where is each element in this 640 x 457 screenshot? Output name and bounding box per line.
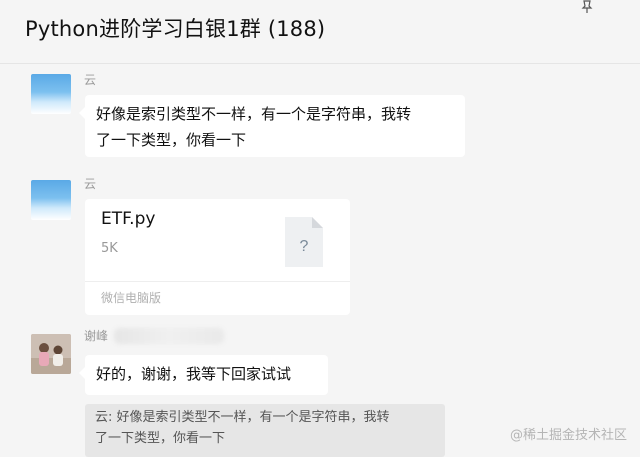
- pin-icon[interactable]: [580, 0, 594, 14]
- chat-title: Python进阶学习白银1群 (188): [25, 17, 326, 41]
- file-icon-glyph: ?: [300, 238, 309, 255]
- quote-text-line: 了一下类型，你看一下: [95, 431, 226, 446]
- watermark: @稀土掘金技术社区: [510, 428, 628, 443]
- quoted-message[interactable]: 云: 好像是索引类型不一样，有一个是字符串，我转 了一下类型，你看一下: [85, 404, 445, 457]
- message-text-line: 了一下类型，你看一下: [96, 131, 247, 149]
- sender-name: 云: [84, 177, 97, 191]
- message-bubble[interactable]: 好的，谢谢，我等下回家试试: [79, 355, 328, 395]
- message-text: 好的，谢谢，我等下回家试试: [96, 365, 292, 383]
- file-size: 5K: [101, 241, 118, 256]
- divider: [85, 281, 350, 282]
- file-card[interactable]: ETF.py 5K ? 微信电脑版: [85, 199, 350, 315]
- blurred-name: [114, 328, 224, 344]
- message-text-line: 好像是索引类型不一样，有一个是字符串，我转: [96, 105, 412, 123]
- message-bubble[interactable]: 好像是索引类型不一样，有一个是字符串，我转 了一下类型，你看一下: [79, 95, 465, 157]
- avatar[interactable]: [31, 334, 71, 374]
- file-name: ETF.py: [101, 209, 156, 229]
- chat-header: Python进阶学习白银1群 (188): [0, 0, 640, 64]
- sender-name: 云: [84, 73, 97, 87]
- avatar[interactable]: [31, 74, 71, 114]
- avatar[interactable]: [31, 180, 71, 220]
- avatar-photo-icon: [31, 334, 71, 374]
- file-source: 微信电脑版: [101, 291, 162, 305]
- sender-name: 谢峰: [84, 329, 109, 343]
- quote-text-line: 云: 好像是索引类型不一样，有一个是字符串，我转: [95, 410, 390, 425]
- unknown-file-icon: ?: [285, 217, 323, 267]
